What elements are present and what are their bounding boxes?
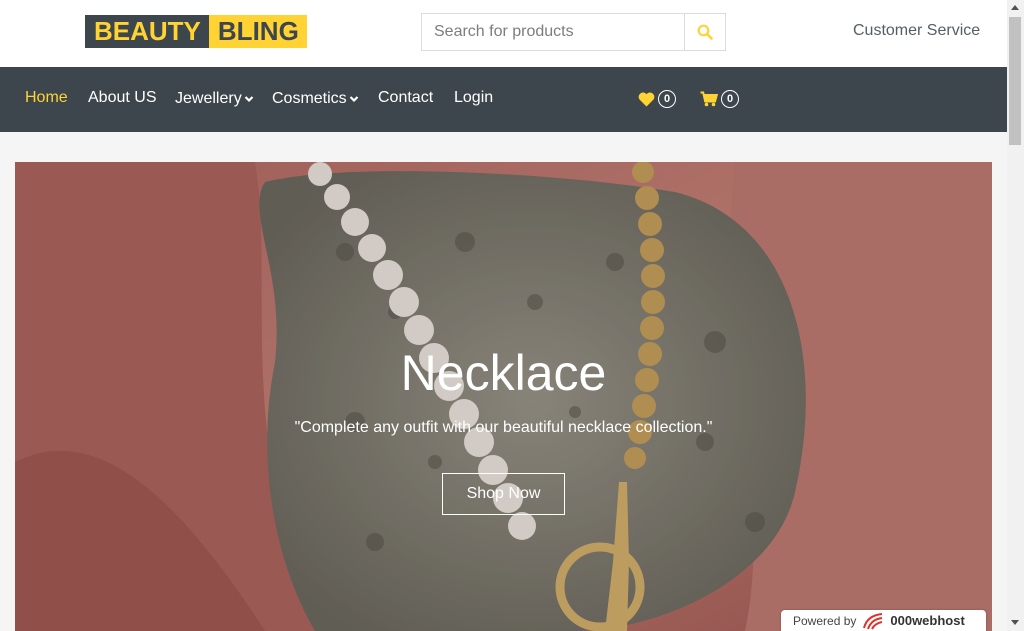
main-navbar: Home About US Jewellery Cosmetics Contac… (0, 67, 1007, 132)
wishlist-button[interactable]: 0 (638, 90, 676, 108)
logo-part-1: BEAUTY (85, 15, 209, 48)
webhost-logo-icon (863, 612, 883, 629)
scroll-thumb[interactable] (1009, 17, 1021, 145)
scroll-down-icon[interactable] (1011, 620, 1019, 625)
nav-contact[interactable]: Contact (378, 89, 433, 107)
nav-jewellery[interactable]: Jewellery (175, 90, 254, 108)
chevron-down-icon (349, 96, 358, 103)
nav-cosmetics[interactable]: Cosmetics (272, 90, 359, 108)
search-icon (697, 24, 713, 40)
cart-button[interactable]: 0 (700, 90, 739, 108)
shop-now-button[interactable]: Shop Now (442, 473, 565, 515)
nav-home-label: Home (25, 89, 68, 106)
nav-about[interactable]: About US (88, 89, 156, 107)
nav-login[interactable]: Login (454, 89, 493, 107)
powered-by-label: Powered by (793, 613, 857, 628)
nav-login-label: Login (454, 89, 494, 106)
hero-subtitle: "Complete any outfit with our beautiful … (294, 419, 713, 436)
chevron-down-icon (244, 96, 253, 103)
nav-jewellery-label: Jewellery (175, 90, 242, 107)
heart-icon (638, 92, 655, 106)
powered-by-brand: 000webhost (890, 613, 965, 628)
search-input[interactable] (422, 14, 684, 50)
scroll-up-icon[interactable] (1011, 5, 1019, 10)
cart-icon (700, 91, 718, 107)
search-bar (421, 13, 726, 51)
logo-part-2: BLING (208, 15, 307, 48)
nav-contact-label: Contact (378, 89, 434, 106)
cart-count-badge: 0 (721, 90, 739, 108)
site-logo[interactable]: BEAUTY BLING (85, 15, 307, 48)
nav-about-label: About US (88, 89, 157, 106)
top-header: BEAUTY BLING Customer Service (0, 0, 1007, 67)
hero-title: Necklace (400, 345, 607, 401)
nav-cosmetics-label: Cosmetics (272, 90, 347, 107)
nav-home[interactable]: Home (25, 89, 68, 107)
hero-carousel: Necklace "Complete any outfit with our b… (15, 162, 992, 631)
search-button[interactable] (684, 14, 725, 50)
page-scrollbar[interactable] (1007, 0, 1024, 631)
powered-by-badge[interactable]: Powered by 000webhost (781, 610, 986, 631)
wishlist-count-badge: 0 (658, 90, 676, 108)
customer-service-link[interactable]: Customer Service (853, 22, 980, 40)
